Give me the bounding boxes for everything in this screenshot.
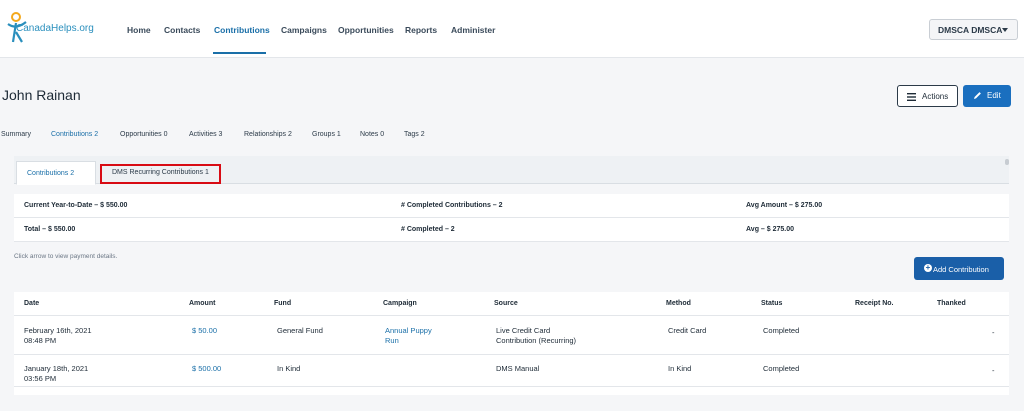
row-campaign-link-line2[interactable]: Run <box>385 336 399 346</box>
stat-avg-amount: Avg Amount – $ 275.00 <box>746 202 823 209</box>
row-thanked: - <box>992 328 995 337</box>
logo-text: CanadaHelps.org <box>16 23 94 34</box>
row-date: January 18th, 2021 <box>24 364 89 373</box>
col-thanked[interactable]: Thanked <box>937 300 966 307</box>
nav-opportunities[interactable]: Opportunities <box>338 25 394 35</box>
add-contribution-button[interactable]: + Add Contribution <box>914 257 1004 280</box>
row-thanked: - <box>992 366 995 375</box>
nav-contributions[interactable]: Contributions <box>214 25 270 35</box>
contributions-table: Date Amount Fund Campaign Source Method … <box>14 292 1009 395</box>
row-status: Completed <box>763 326 800 335</box>
table-row[interactable]: February 16th, 2021 08:48 PM $ 50.00 Gen… <box>14 316 1009 355</box>
stats-row: Total – $ 550.00 # Completed – 2 Avg – $… <box>14 218 1009 242</box>
col-campaign[interactable]: Campaign <box>383 300 417 307</box>
pencil-icon <box>974 92 981 99</box>
tab-summary[interactable]: Summary <box>1 131 31 138</box>
panel-tab-contributions[interactable]: Contributions 2 <box>16 161 96 185</box>
nav-contacts[interactable]: Contacts <box>164 25 200 35</box>
stat-ytd: Current Year-to-Date – $ 550.00 <box>24 202 128 209</box>
row-time: 08:48 PM <box>24 336 57 345</box>
edit-button[interactable]: Edit <box>963 85 1011 107</box>
tab-activities[interactable]: Activities 3 <box>189 131 222 138</box>
nav-active-indicator <box>213 52 266 54</box>
highlight-annotation <box>100 164 221 184</box>
menu-icon <box>907 93 916 101</box>
contribution-stats: Current Year-to-Date – $ 550.00 # Comple… <box>14 194 1009 242</box>
row-source: DMS Manual <box>496 364 540 373</box>
row-status: Completed <box>763 364 800 373</box>
account-label: DMSCA DMSCA <box>938 25 1003 35</box>
col-source[interactable]: Source <box>494 300 518 307</box>
row-date: February 16th, 2021 <box>24 326 92 335</box>
nav-campaigns[interactable]: Campaigns <box>281 25 327 35</box>
row-fund: In Kind <box>277 364 301 373</box>
row-campaign-link[interactable]: Annual Puppy <box>385 326 432 336</box>
tab-groups[interactable]: Groups 1 <box>312 131 341 138</box>
row-source: Live Credit Card <box>496 326 551 335</box>
row-time: 03:56 PM <box>24 374 57 383</box>
payment-details-hint: Click arrow to view payment details. <box>14 253 118 260</box>
edit-label: Edit <box>987 91 1001 100</box>
stats-row: Current Year-to-Date – $ 550.00 # Comple… <box>14 194 1009 218</box>
row-method: In Kind <box>668 364 692 373</box>
tab-opportunities[interactable]: Opportunities 0 <box>120 131 167 138</box>
row-amount-link[interactable]: $ 500.00 <box>192 364 221 374</box>
nav-administer[interactable]: Administer <box>451 25 495 35</box>
table-header: Date Amount Fund Campaign Source Method … <box>14 292 1009 316</box>
stat-avg: Avg – $ 275.00 <box>746 226 794 233</box>
add-contribution-label: Add Contribution <box>933 265 989 274</box>
scrollbar-handle[interactable] <box>1005 159 1009 165</box>
stat-completed-contributions: # Completed Contributions – 2 <box>401 202 503 209</box>
col-date[interactable]: Date <box>24 300 39 307</box>
top-navbar: CanadaHelps.org Home Contacts Contributi… <box>0 0 1024 58</box>
tab-notes[interactable]: Notes 0 <box>360 131 384 138</box>
actions-label: Actions <box>922 92 949 101</box>
col-receipt[interactable]: Receipt No. <box>855 300 894 307</box>
contact-name: John Rainan <box>2 87 81 103</box>
panel-tab-bar: Contributions 2 DMS Recurring Contributi… <box>14 156 1009 185</box>
row-method: Credit Card <box>668 326 707 335</box>
table-row[interactable]: January 18th, 2021 03:56 PM $ 500.00 In … <box>14 355 1009 387</box>
stat-total: Total – $ 550.00 <box>24 226 76 233</box>
col-status[interactable]: Status <box>761 300 782 307</box>
row-source-line2: Contribution (Recurring) <box>496 336 577 345</box>
actions-button[interactable]: Actions <box>897 85 958 107</box>
account-dropdown[interactable]: DMSCA DMSCA <box>929 19 1018 40</box>
tab-relationships[interactable]: Relationships 2 <box>244 131 292 138</box>
nav-home[interactable]: Home <box>127 25 151 35</box>
tab-tags[interactable]: Tags 2 <box>404 131 425 138</box>
col-method[interactable]: Method <box>666 300 691 307</box>
row-fund: General Fund <box>277 326 323 335</box>
stat-completed: # Completed – 2 <box>401 226 455 233</box>
tab-contributions[interactable]: Contributions 2 <box>51 131 98 138</box>
nav-reports[interactable]: Reports <box>405 25 437 35</box>
plus-circle-icon: + <box>924 263 932 272</box>
col-fund[interactable]: Fund <box>274 300 291 307</box>
chevron-down-icon <box>1002 28 1008 32</box>
col-amount[interactable]: Amount <box>189 300 215 307</box>
row-amount-link[interactable]: $ 50.00 <box>192 326 217 336</box>
